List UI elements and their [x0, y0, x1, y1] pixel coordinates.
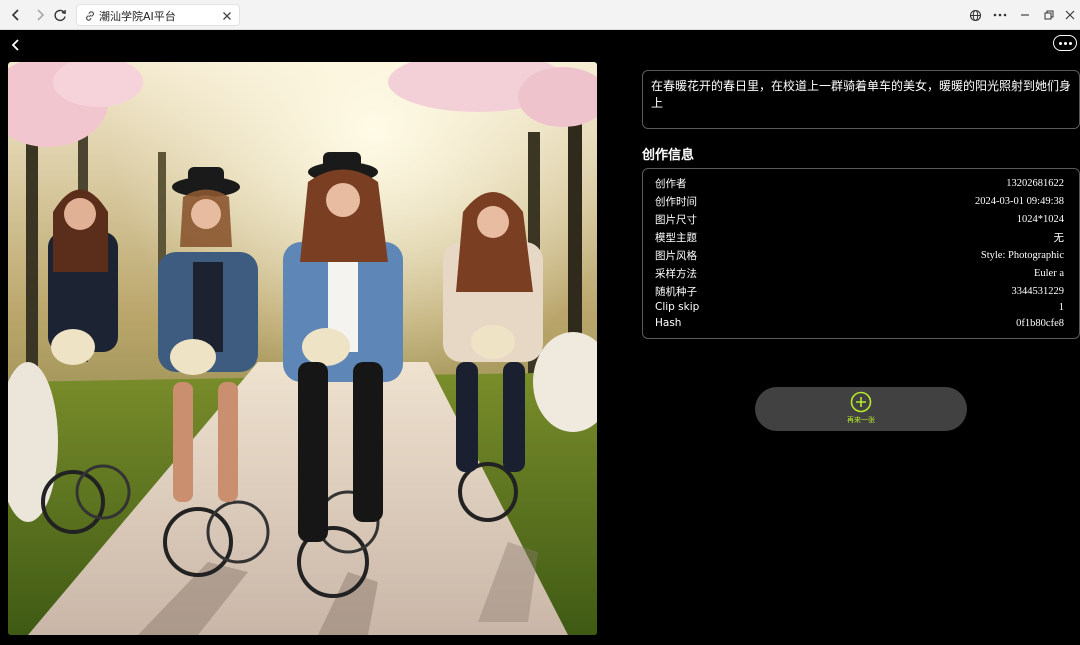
- info-value: 2024-03-01 09:49:38: [975, 195, 1064, 207]
- info-label: 模型主题: [655, 231, 697, 244]
- app-area: 在春暖花开的春日里，在校道上一群骑着单车的美女，暖暖的阳光照射到她们身上 创作信…: [0, 30, 1080, 645]
- browser-tab[interactable]: 潮汕学院AI平台: [76, 4, 240, 26]
- info-label: 随机种子: [655, 285, 697, 298]
- info-row-created-time: 创作时间 2024-03-01 09:49:38: [655, 193, 1064, 209]
- plus-circle-icon: [850, 391, 872, 413]
- back-icon[interactable]: [6, 35, 26, 55]
- info-value: 1024*1024: [1016, 213, 1064, 225]
- info-label: 创作者: [655, 177, 687, 190]
- info-label: 图片风格: [655, 249, 697, 262]
- refresh-icon[interactable]: [50, 5, 70, 25]
- tab-title: 潮汕学院AI平台: [99, 10, 176, 23]
- more-menu-icon[interactable]: [1053, 35, 1077, 51]
- info-row-model-theme: 模型主题 无: [655, 229, 1064, 245]
- info-row-sampler: 采样方法 Euler a: [655, 265, 1064, 281]
- more-options-icon[interactable]: [990, 5, 1010, 25]
- info-value: 1: [1058, 301, 1064, 313]
- restore-icon[interactable]: [1039, 5, 1059, 25]
- generate-again-button[interactable]: 再来一张: [755, 387, 967, 431]
- minimize-icon[interactable]: [1015, 5, 1035, 25]
- info-row-seed: 随机种子 3344531229: [655, 283, 1064, 299]
- prompt-text-box: 在春暖花开的春日里，在校道上一群骑着单车的美女，暖暖的阳光照射到她们身上: [642, 70, 1080, 129]
- globe-icon[interactable]: [965, 5, 985, 25]
- info-row-clip-skip: Clip skip 1: [655, 299, 1064, 315]
- info-row-image-size: 图片尺寸 1024*1024: [655, 211, 1064, 227]
- info-row-hash: Hash 0f1b80cfe8: [655, 315, 1064, 331]
- info-label: 图片尺寸: [655, 213, 697, 226]
- browser-toolbar: 潮汕学院AI平台: [0, 0, 1080, 30]
- info-row-image-style: 图片风格 Style: Photographic: [655, 247, 1064, 263]
- forward-arrow-icon[interactable]: [30, 5, 50, 25]
- generate-again-label: 再来一张: [847, 416, 875, 424]
- link-icon: [83, 8, 97, 22]
- generated-image[interactable]: [8, 62, 597, 635]
- info-value: 0f1b80cfe8: [1016, 317, 1064, 329]
- close-window-icon[interactable]: [1060, 5, 1080, 25]
- info-value: 13202681622: [1006, 177, 1064, 189]
- creation-info-panel: 创作者 13202681622 创作时间 2024-03-01 09:49:38…: [642, 168, 1080, 339]
- info-row-creator: 创作者 13202681622: [655, 175, 1064, 191]
- info-value: Euler a: [1033, 267, 1064, 279]
- info-label: Clip skip: [655, 301, 700, 313]
- info-value: 3344531229: [1011, 285, 1065, 297]
- info-value: 无: [1053, 232, 1065, 244]
- creation-info-title: 创作信息: [642, 148, 695, 163]
- close-tab-icon[interactable]: [220, 8, 234, 22]
- info-label: Hash: [655, 317, 682, 329]
- back-arrow-icon[interactable]: [6, 5, 26, 25]
- info-label: 采样方法: [655, 267, 697, 280]
- info-label: 创作时间: [655, 195, 697, 208]
- info-value: Style: Photographic: [980, 249, 1064, 261]
- prompt-text: 在春暖花开的春日里，在校道上一群骑着单车的美女，暖暖的阳光照射到她们身上: [651, 79, 1072, 110]
